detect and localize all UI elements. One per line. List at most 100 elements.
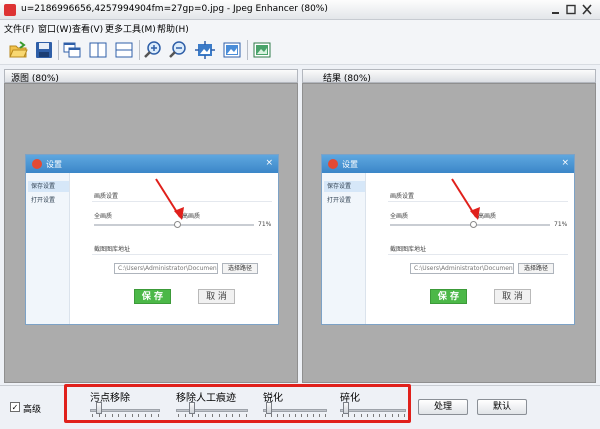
window-cascade-icon[interactable] [62, 40, 82, 60]
slider-thumb[interactable] [96, 402, 103, 414]
maximize-icon[interactable] [565, 4, 577, 15]
toolbar-separator [139, 40, 140, 60]
slider-tick [144, 414, 146, 417]
dialog-sidebar: 保存设置 打开设置 [26, 173, 70, 324]
slider-tick [348, 414, 350, 417]
slider-tick [191, 414, 193, 417]
quality-left-label: 全画质 [94, 213, 113, 220]
dialog-side-item: 打开设置 [31, 197, 56, 204]
slider-thumb[interactable] [343, 402, 349, 414]
slider-tick [218, 414, 220, 417]
dialog-cancel-button: 取 消 [198, 289, 235, 304]
slider-tick [319, 414, 320, 417]
minimize-icon[interactable] [550, 4, 562, 15]
default-button[interactable]: 默认 [477, 399, 527, 415]
menu-file[interactable]: 文件(F) [4, 22, 34, 35]
slider-tick [111, 414, 113, 417]
advanced-checkbox[interactable]: ✓ [10, 402, 20, 412]
slider-tick [295, 414, 296, 417]
process-button[interactable]: 处理 [418, 399, 468, 415]
slider-tick [373, 414, 374, 417]
slider-tick [283, 414, 284, 417]
quality-value: 71% [554, 221, 568, 228]
dialog-side-item: 保存设置 [324, 181, 365, 192]
quality-left-label: 全画质 [390, 213, 409, 220]
dialog-close-icon: × [265, 158, 273, 168]
slider-tick [385, 414, 387, 417]
slider-tick [198, 414, 200, 417]
menu-view[interactable]: 查看(V) [72, 22, 103, 35]
close-icon[interactable] [581, 4, 593, 15]
slider-tick [289, 414, 290, 417]
slider-tick [397, 414, 399, 417]
slider-tick [125, 414, 126, 417]
app-icon [4, 4, 16, 16]
slider-tick [246, 414, 247, 417]
dialog-title-bar [26, 155, 278, 173]
slider-thumb[interactable] [189, 402, 196, 414]
menu-more-tools[interactable]: 更多工具(M) [105, 22, 156, 35]
slider-tick [391, 414, 393, 417]
open-folder-icon[interactable] [8, 40, 28, 60]
slider-tick [307, 414, 308, 417]
result-pane-header: 结果 (80%) [302, 69, 596, 84]
slider-track[interactable] [176, 409, 248, 412]
divider [92, 254, 272, 255]
slider-tick [92, 414, 93, 417]
slider-tick [225, 414, 227, 417]
slider-tick [158, 414, 159, 417]
slider-tick [271, 414, 272, 417]
slider-tick [239, 414, 241, 417]
dialog-title: 设置 [46, 160, 62, 169]
slider-tick [151, 414, 153, 417]
dialog-cancel-button: 取 消 [494, 289, 531, 304]
split-vertical-icon[interactable] [88, 40, 108, 60]
menu-window[interactable]: 窗口(W) [38, 22, 72, 35]
slider-tick [366, 414, 368, 417]
slider-tick [105, 414, 107, 417]
slider-tick [379, 414, 381, 417]
quality-label: 画质设置 [390, 193, 415, 200]
red-arrow-icon [451, 178, 480, 220]
red-arrow-icon [155, 178, 184, 220]
zoom-in-icon[interactable] [143, 40, 163, 60]
slider-tick [205, 414, 207, 417]
slider-tick [212, 414, 213, 417]
zoom-out-icon[interactable] [168, 40, 188, 60]
split-horizontal-icon[interactable] [114, 40, 134, 60]
pick-path-button: 选择路径 [222, 263, 258, 274]
dialog-side-item: 保存设置 [28, 181, 69, 192]
save-disk-icon[interactable] [34, 40, 54, 60]
path-label: 截图图库地址 [390, 246, 427, 253]
slider-tick [342, 414, 343, 417]
source-image-view[interactable]: 设置 × 保存设置 打开设置 画质设置 全画质 高画质 71% 截图图库地址 C… [4, 83, 298, 383]
slider-tick [354, 414, 356, 417]
image-view-icon[interactable] [252, 40, 272, 60]
slider-tick [404, 414, 405, 417]
slider-thumb[interactable] [265, 402, 272, 414]
slider-track[interactable] [340, 409, 406, 412]
menu-bar: 文件(F) 窗口(W) 查看(V) 更多工具(M) 帮助(H) [0, 20, 600, 35]
slider-tick [184, 414, 186, 417]
slider-track[interactable] [263, 409, 327, 412]
fit-window-icon[interactable] [195, 40, 215, 60]
slider-tick [131, 414, 133, 417]
slider-tick [325, 414, 326, 417]
toolbar-separator [247, 40, 248, 60]
window-title: u=2186996656,4257994904fm=27gp=0.jpg - J… [21, 4, 328, 14]
result-image-view[interactable]: 设置 × 保存设置 打开设置 画质设置 全画质 高画质 71% 截图图库地址 C… [302, 83, 596, 383]
menu-help[interactable]: 帮助(H) [157, 22, 189, 35]
slider-tick [360, 414, 362, 417]
dialog-screenshot: 设置 × 保存设置 打开设置 画质设置 全画质 高画质 71% 截图图库地址 C… [321, 154, 575, 325]
dialog-save-button: 保 存 [430, 289, 467, 304]
dialog-screenshot: 设置 × 保存设置 打开设置 画质设置 全画质 高画质 71% 截图图库地址 C… [25, 154, 279, 325]
slider-tick [277, 414, 278, 417]
slider-tick [118, 414, 120, 417]
actual-size-icon[interactable] [222, 40, 242, 60]
slider-tick [178, 414, 179, 417]
path-field: C:\Users\Administrator\Documents [410, 263, 514, 274]
dialog-save-button: 保 存 [134, 289, 171, 304]
dialog-logo-icon [32, 159, 42, 169]
slider-tick [301, 414, 302, 417]
path-label: 截图图库地址 [94, 246, 131, 253]
